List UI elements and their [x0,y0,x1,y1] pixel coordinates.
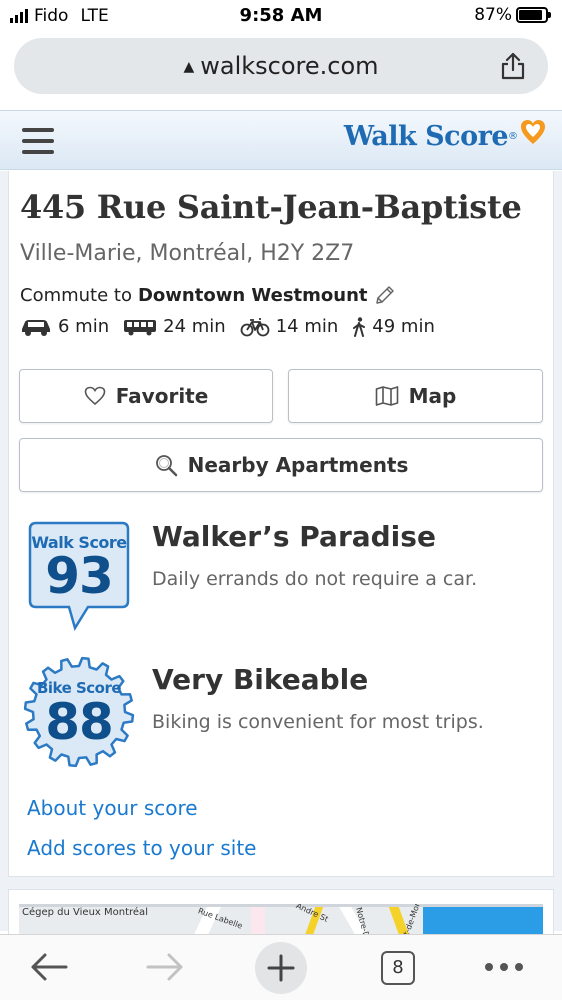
new-tab-button[interactable] [255,942,307,994]
neighborhood-subtitle: Ville-Marie, Montréal, H2Y 2Z7 [20,241,355,266]
commute-modes: 6 min 24 min 14 min 49 min [20,316,449,337]
heart-logo-icon [521,119,545,144]
tab-switcher-button[interactable]: 8 [381,951,415,985]
map-preview-card: Cégep du Vieux Montréal Rue Labelle Andr… [8,889,554,939]
battery-icon [516,7,551,23]
status-bar: Fido LTE 9:58 AM 87% [0,0,562,32]
nearby-label: Nearby Apartments [187,453,409,477]
mode-transit: 24 min [123,316,226,337]
share-icon[interactable] [500,52,526,80]
site-header: Walk Score ® [0,110,562,170]
about-score-link[interactable]: About your score [27,796,198,820]
commute-label: Commute to [20,284,132,306]
battery-percent: 87% [474,5,512,25]
favorite-button[interactable]: Favorite [19,369,273,423]
logo-text: Walk Score [343,121,509,152]
car-icon [22,319,50,336]
mode-car: 6 min [20,316,109,337]
map-button[interactable]: Map [288,369,543,423]
page-title: 445 Rue Saint-Jean-Baptiste [20,188,522,226]
bike-score-heading: Very Bikeable [152,663,369,696]
mode-bike: 14 min [240,316,338,337]
favorite-label: Favorite [115,384,209,408]
browser-toolbar: 8 [0,934,562,1000]
map-label: Map [408,384,457,408]
walk-score-value: 93 [45,547,114,605]
nearby-apartments-button[interactable]: Nearby Apartments [19,438,543,492]
heart-outline-icon [84,386,105,406]
bike-score-badge[interactable]: Bike Score 88 [22,655,136,769]
commute-row[interactable]: Commute to Downtown Westmount [20,284,396,306]
address-bar[interactable]: ▲ walkscore.com [14,38,548,94]
back-arrow-icon[interactable] [30,952,68,982]
menu-icon[interactable] [22,128,54,154]
walk-score-description: Daily errands do not require a car. [152,568,478,590]
bike-icon [240,317,270,336]
plus-icon [267,954,295,982]
bike-score-description: Biking is convenient for most trips. [152,711,484,733]
url-text: walkscore.com [200,52,379,80]
more-menu-icon[interactable] [484,962,524,972]
commute-destination: Downtown Westmount [137,284,368,306]
map-label-cegep: Cégep du Vieux Montréal [22,907,148,918]
pencil-icon[interactable] [374,284,396,306]
bike-score-value: 88 [45,693,114,751]
search-icon [155,455,177,477]
logo-registered: ® [508,131,518,142]
add-scores-link[interactable]: Add scores to your site [27,836,256,860]
walk-score-heading: Walker’s Paradise [152,520,436,553]
map-icon [375,386,398,406]
mode-walk: 49 min [352,316,435,337]
walk-icon [353,316,366,337]
walkscore-logo[interactable]: Walk Score ® [343,119,546,152]
lock-icon: ▲ [183,59,195,75]
walk-score-badge[interactable]: Walk Score 93 [28,521,130,631]
forward-arrow-icon[interactable] [146,952,184,982]
bus-icon [124,319,157,335]
